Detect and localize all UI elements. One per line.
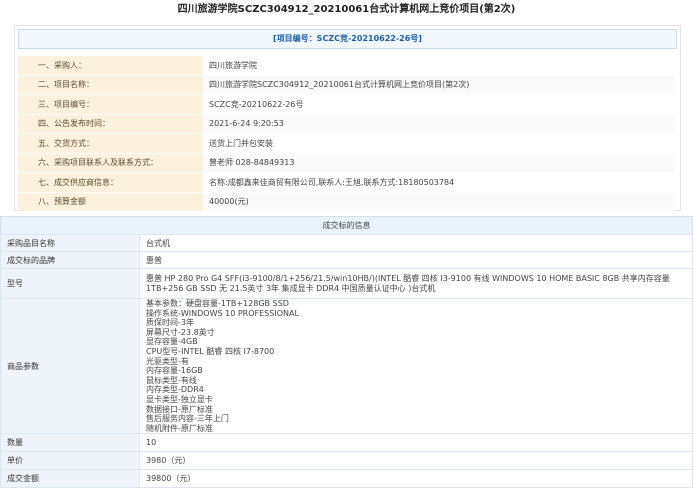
info-label: 五、交货方式： [18, 133, 203, 154]
param-line: 随机附件-原厂标准 [146, 423, 213, 433]
info-value: SCZC竞-20210622-26号 [203, 94, 675, 115]
info-label: 八、预算金额 [18, 192, 203, 212]
deal-row-params: 商品参数 基本参数：硬盘容量-1TB+128GB SSD 操作系统-WINDOW… [0, 297, 693, 435]
info-value: 四川旅游学院SCZC304912_20210061台式计算机网上竞价项目(第2次… [203, 75, 675, 95]
deal-row-unit-price: 单价 3980（元） [0, 451, 693, 471]
deal-value: 惠普 HP 280 Pro G4 SFF(i3-9100/8/1+256/21.… [139, 268, 693, 299]
deal-label: 商品参数 [0, 297, 140, 435]
info-label: 三、项目编号： [18, 94, 203, 115]
deal-value: 惠普 [139, 251, 693, 269]
param-line: 售后服务内容-三年上门 [146, 414, 229, 424]
param-line: 内存容量-16GB [146, 366, 203, 376]
param-line: 显卡类型-独立显卡 [146, 394, 213, 404]
info-label: 六、采购项目联系人及联系方式： [18, 153, 203, 173]
param-line: 基本参数：硬盘容量-1TB+128GB SSD [146, 299, 289, 308]
deal-label: 型号 [0, 268, 140, 299]
param-line: 鼠标类型-有线 [146, 375, 197, 385]
deal-params-list: 基本参数：硬盘容量-1TB+128GB SSD 操作系统-WINDOWS 10 … [139, 297, 693, 435]
deal-label: 采购品目名称 [0, 234, 140, 252]
info-row-budget: 八、预算金额 40000(元) [18, 192, 675, 212]
info-label: 四、公告发布时间： [18, 114, 203, 134]
info-label: 一、采购人： [18, 56, 203, 76]
param-line: 操作系统-WINDOWS 10 PROFESSIONAL [146, 308, 299, 318]
info-value: 名称:成都鑫来佳商贸有限公司,联系人:王旭,联系方式:18180503784 [203, 172, 675, 193]
info-row-contact: 六、采购项目联系人及联系方式： 曾老师 028-84849313 [18, 153, 675, 173]
deal-label: 成交标的品牌 [0, 251, 140, 269]
info-row-delivery: 五、交货方式： 送货上门并包安装 [18, 133, 675, 154]
info-row-purchaser: 一、采购人： 四川旅游学院 [18, 56, 675, 76]
param-line: 内存类型-DDR4 [146, 385, 204, 395]
deal-value: 3980（元） [139, 451, 693, 471]
info-row-publish-time: 四、公告发布时间： 2021-6-24 9:20:53 [18, 114, 675, 134]
deal-label: 数量 [0, 433, 140, 453]
deal-value: 10 [139, 433, 693, 453]
info-label: 七、成交供应商信息： [18, 172, 203, 193]
param-line: 显存容量-4GB [146, 337, 198, 347]
deal-row-brand: 成交标的品牌 惠普 [0, 251, 693, 269]
deal-label: 成交金额 [0, 469, 140, 489]
deal-value: 39800（元） [139, 469, 693, 489]
project-number-banner: [项目编号：SCZC竞-20210622-26号] [18, 29, 677, 49]
deal-detail-table: 采购品目名称 台式机 成交标的品牌 惠普 型号 惠普 HP 280 Pro G4… [0, 234, 693, 489]
info-value: 2021-6-24 9:20:53 [203, 114, 675, 134]
deal-row-quantity: 数量 10 [0, 433, 693, 453]
deal-row-total: 成交金额 39800（元） [0, 469, 693, 489]
deal-section-header: 成交标的信息 [0, 216, 693, 235]
info-value: 40000(元) [203, 192, 675, 212]
announcement-info-table: 一、采购人： 四川旅游学院 二、项目名称： 四川旅游学院SCZC304912_2… [18, 56, 675, 212]
param-line: 光驱类型-有 [146, 356, 189, 366]
deal-row-model: 型号 惠普 HP 280 Pro G4 SFF(i3-9100/8/1+256/… [0, 268, 693, 299]
page-title: 四川旅游学院SCZC304912_20210061台式计算机网上竞价项目(第2次… [177, 4, 516, 15]
param-line: 数据接口-原厂标准 [146, 404, 213, 414]
deal-row-item-name: 采购品目名称 台式机 [0, 234, 693, 252]
info-label: 二、项目名称： [18, 75, 203, 95]
deal-label: 单价 [0, 451, 140, 471]
info-row-supplier: 七、成交供应商信息： 名称:成都鑫来佳商贸有限公司,联系人:王旭,联系方式:18… [18, 172, 675, 193]
info-value: 曾老师 028-84849313 [203, 153, 675, 173]
info-row-project-name: 二、项目名称： 四川旅游学院SCZC304912_20210061台式计算机网上… [18, 75, 675, 95]
param-line: 质保时间-3年 [146, 318, 194, 328]
param-line: 屏幕尺寸-23.8英寸 [146, 327, 215, 337]
deal-value: 台式机 [139, 234, 693, 252]
info-value: 送货上门并包安装 [203, 133, 675, 154]
info-row-project-number: 三、项目编号： SCZC竞-20210622-26号 [18, 94, 675, 115]
param-line: CPU型号-INTEL 酷睿 四核 I7-8700 [146, 346, 275, 356]
info-value: 四川旅游学院 [203, 56, 675, 76]
